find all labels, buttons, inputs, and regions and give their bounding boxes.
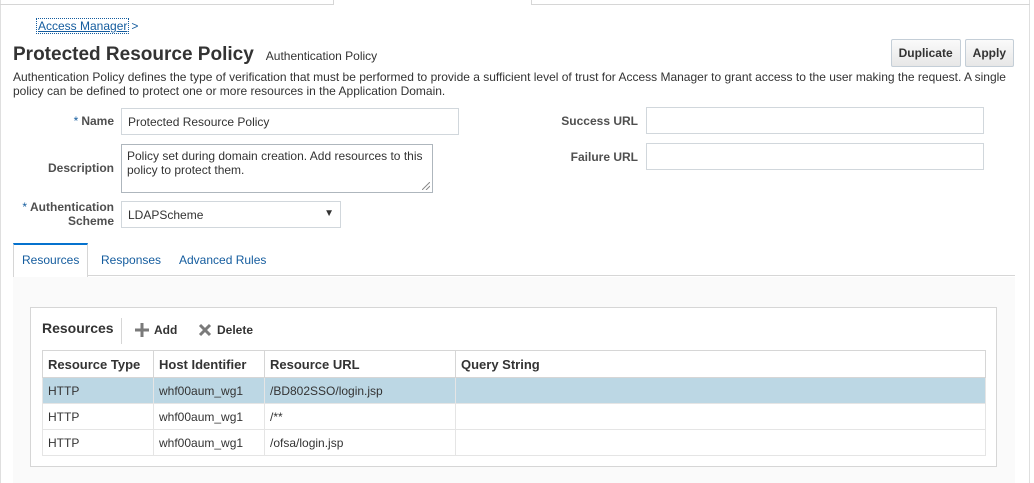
breadcrumb-separator: > bbox=[131, 19, 139, 33]
add-label: Add bbox=[154, 323, 178, 337]
name-label-text: Name bbox=[81, 114, 114, 128]
top-tab-stub bbox=[333, 0, 532, 5]
success-url-label: Success URL bbox=[561, 114, 638, 128]
breadcrumb: Access Manager > bbox=[35, 18, 139, 34]
page-description: Authentication Policy defines the type o… bbox=[13, 70, 1006, 98]
auth-scheme-label-line1: Authentication bbox=[30, 200, 114, 214]
delete-label: Delete bbox=[217, 323, 254, 337]
title-row: Protected Resource Policy Authentication… bbox=[13, 44, 377, 66]
table-row[interactable]: HTTP whf00aum_wg1 /** bbox=[42, 403, 986, 430]
table-header-row: Resource Type Host Identifier Resource U… bbox=[42, 350, 986, 378]
resources-table: Resource Type Host Identifier Resource U… bbox=[42, 350, 986, 456]
failure-url-label: Failure URL bbox=[570, 150, 638, 164]
cell-resource-type: HTTP bbox=[42, 377, 154, 404]
cell-query-string bbox=[455, 403, 986, 430]
resources-header: Resources bbox=[42, 320, 114, 336]
tab-responses[interactable]: Responses bbox=[93, 243, 169, 276]
cell-resource-url: /ofsa/login.jsp bbox=[264, 429, 456, 456]
column-header-resource-url[interactable]: Resource URL bbox=[264, 350, 456, 378]
description-field-text: Policy set during domain creation. Add r… bbox=[127, 149, 423, 177]
cell-resource-url: /** bbox=[264, 403, 456, 430]
cell-host-identifier: whf00aum_wg1 bbox=[153, 429, 265, 456]
plus-icon bbox=[135, 323, 149, 337]
cell-resource-url: /BD802SSO/login.jsp bbox=[264, 377, 456, 404]
auth-scheme-value: LDAPScheme bbox=[128, 208, 204, 222]
chevron-down-icon: ▼ bbox=[324, 208, 334, 219]
page-title: Protected Resource Policy bbox=[13, 44, 254, 65]
cell-query-string bbox=[455, 377, 986, 404]
top-divider-right bbox=[532, 4, 1030, 5]
tab-advanced-rules[interactable]: Advanced Rules bbox=[171, 243, 274, 276]
x-icon bbox=[198, 323, 212, 337]
cell-resource-type: HTTP bbox=[42, 429, 154, 456]
breadcrumb-link-access-manager[interactable]: Access Manager bbox=[35, 18, 130, 34]
auth-scheme-select[interactable]: LDAPScheme ▼ bbox=[121, 201, 341, 228]
description-label: Description bbox=[47, 161, 114, 175]
column-header-query-string[interactable]: Query String bbox=[455, 350, 986, 378]
cell-host-identifier: whf00aum_wg1 bbox=[153, 403, 265, 430]
add-resource-button[interactable]: Add bbox=[135, 323, 177, 337]
required-marker: * bbox=[73, 114, 79, 128]
table-row[interactable]: HTTP whf00aum_wg1 /BD802SSO/login.jsp bbox=[42, 377, 986, 404]
cell-host-identifier: whf00aum_wg1 bbox=[153, 377, 265, 404]
auth-scheme-label: * Authentication Scheme bbox=[14, 200, 114, 228]
cell-query-string bbox=[455, 429, 986, 456]
tab-resources[interactable]: Resources bbox=[13, 243, 89, 277]
toolbar-divider bbox=[121, 318, 122, 344]
toolbar: Duplicate Apply bbox=[890, 39, 1014, 67]
name-field[interactable]: Protected Resource Policy bbox=[121, 108, 459, 135]
table-row[interactable]: HTTP whf00aum_wg1 /ofsa/login.jsp bbox=[42, 429, 986, 456]
success-url-field[interactable] bbox=[646, 107, 984, 134]
resize-grip-icon[interactable] bbox=[422, 182, 430, 190]
resources-panel: Resources Add Delete Resource Type Host … bbox=[30, 307, 997, 467]
page-subtitle: Authentication Policy bbox=[265, 49, 378, 63]
required-marker: * bbox=[22, 200, 27, 214]
duplicate-button[interactable]: Duplicate bbox=[890, 39, 961, 67]
top-divider-left bbox=[0, 4, 333, 5]
apply-button[interactable]: Apply bbox=[964, 39, 1014, 67]
column-header-resource-type[interactable]: Resource Type bbox=[42, 350, 154, 378]
column-header-host-identifier[interactable]: Host Identifier bbox=[153, 350, 265, 378]
delete-resource-button[interactable]: Delete bbox=[198, 323, 253, 337]
description-field[interactable]: Policy set during domain creation. Add r… bbox=[121, 144, 433, 193]
cell-resource-type: HTTP bbox=[42, 403, 154, 430]
failure-url-field[interactable] bbox=[646, 143, 984, 170]
auth-scheme-label-line2: Scheme bbox=[67, 214, 114, 228]
name-label: * Name bbox=[40, 114, 114, 128]
tab-bar: Resources Responses Advanced Rules bbox=[13, 243, 1015, 277]
